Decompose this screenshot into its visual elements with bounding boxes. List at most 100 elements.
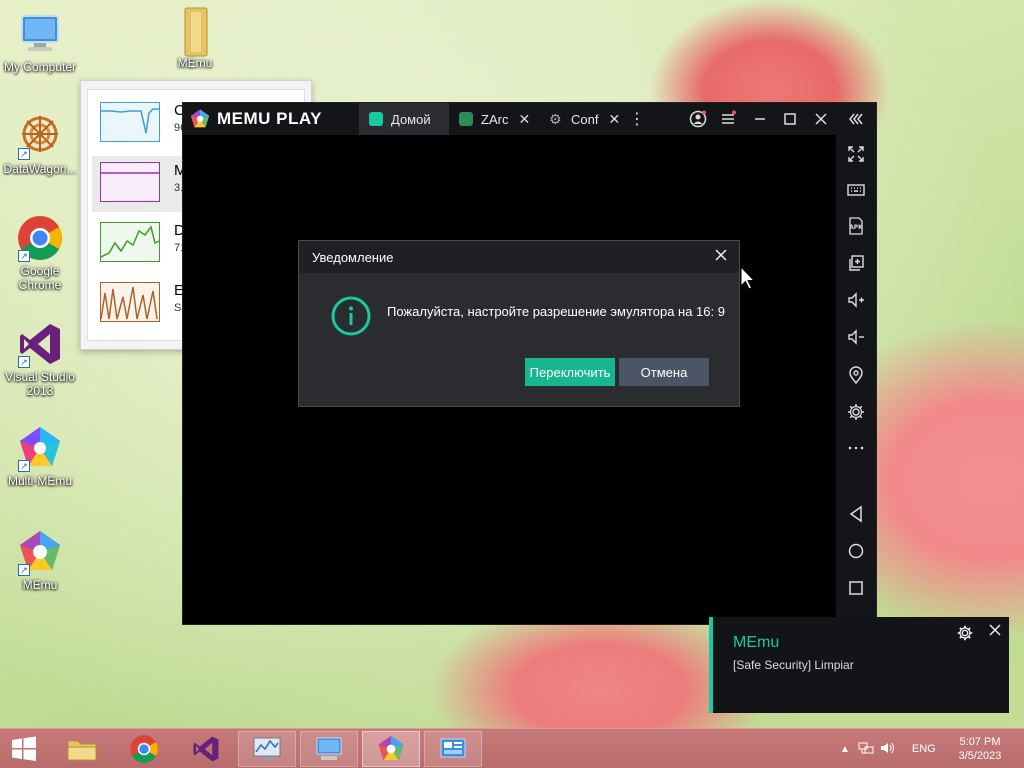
notification-dialog[interactable]: Уведомление Пожалуйста, настройте разреш…	[298, 240, 740, 407]
fullscreen-button[interactable]	[836, 139, 876, 169]
taskbar-clock[interactable]: 5:07 PM 3/5/2023	[950, 735, 1010, 763]
collapse-sidebar-button[interactable]	[836, 104, 876, 134]
zarc-app-icon	[459, 112, 473, 126]
shortcut-arrow-icon: ↗	[18, 460, 30, 472]
desktop-icon-my-computer[interactable]: My Computer	[0, 10, 80, 74]
desktop-icon-datawagon[interactable]: ↗ DataWagon...	[0, 112, 80, 176]
android-recents-button[interactable]	[836, 573, 876, 603]
gear-icon: ⚙	[549, 111, 562, 127]
memu-titlebar[interactable]: MEMU PLAY Домой ZArc ✕ ⚙ Conf ✕ ⋮	[183, 103, 838, 135]
close-icon	[815, 113, 827, 125]
cpu-graph	[100, 102, 160, 142]
desktop-icon-memu-download[interactable]: MEmu Download	[152, 6, 238, 70]
fullscreen-icon	[848, 146, 864, 162]
dialog-message: Пожалуйста, настройте разрешение эмулято…	[387, 304, 725, 319]
android-home-button[interactable]	[836, 536, 876, 566]
account-button[interactable]	[683, 103, 713, 135]
network-icon[interactable]	[858, 741, 874, 758]
multi-window-icon	[849, 255, 864, 271]
shortcut-arrow-icon: ↗	[18, 356, 30, 368]
shortcut-arrow-icon: ↗	[18, 564, 30, 576]
shortcut-arrow-icon: ↗	[18, 148, 30, 160]
location-button[interactable]	[836, 360, 876, 390]
minimize-button[interactable]	[745, 103, 775, 135]
taskbar-visual-studio[interactable]	[178, 731, 233, 767]
volume-down-button[interactable]	[836, 322, 876, 352]
dialog-close-button[interactable]	[711, 247, 731, 267]
hamburger-icon	[722, 110, 736, 124]
multi-memu-icon: ↗	[16, 424, 64, 472]
taskbar-chrome[interactable]	[116, 731, 171, 767]
taskbar-control-panel[interactable]	[424, 731, 482, 767]
tab-label: Домой	[391, 111, 431, 127]
visual-studio-icon	[193, 736, 218, 762]
volume-icon[interactable]	[880, 741, 896, 758]
taskbar-memu[interactable]	[362, 731, 420, 767]
desktop-icon-google-chrome[interactable]: ↗ Google Chrome	[0, 214, 80, 292]
home-tab-icon	[369, 112, 383, 126]
folder-icon	[67, 740, 96, 761]
tab-conf[interactable]: ⚙ Conf ✕	[539, 103, 629, 135]
start-button[interactable]	[0, 731, 48, 767]
mouse-cursor-icon	[740, 265, 756, 292]
folder-icon	[171, 6, 219, 57]
maximize-icon	[784, 113, 796, 125]
multi-window-button[interactable]	[836, 248, 876, 278]
memu-brand: MEMU PLAY	[217, 109, 322, 128]
control-panel-icon	[440, 738, 466, 758]
apk-icon: APK	[849, 217, 863, 235]
volume-down-icon	[848, 329, 864, 345]
memu-toast-notification[interactable]: MEmu [Safe Security] Limpiar	[709, 617, 1009, 713]
taskbar-resource-monitor[interactable]	[238, 731, 296, 767]
home-icon	[848, 543, 864, 559]
desktop-icon-memu[interactable]: ↗ MEmu	[0, 528, 80, 592]
tab-home[interactable]: Домой	[359, 103, 449, 135]
windows-logo-icon	[12, 736, 36, 761]
dialog-header: Уведомление	[299, 241, 739, 273]
keyboard-button[interactable]	[836, 175, 876, 205]
recents-icon	[849, 581, 863, 595]
toast-close-button[interactable]	[988, 622, 1002, 642]
double-chevron-left-icon	[849, 113, 863, 125]
language-indicator[interactable]: ENG	[912, 743, 936, 755]
cancel-button[interactable]: Отмена	[619, 358, 709, 386]
close-window-button[interactable]	[806, 103, 836, 135]
info-icon	[331, 296, 371, 336]
desktop-icon-label: My Computer	[3, 60, 77, 74]
chrome-icon: ↗	[16, 214, 64, 262]
dialog-title: Уведомление	[312, 250, 394, 265]
back-icon	[849, 505, 862, 523]
more-icon	[848, 446, 864, 450]
close-icon[interactable]: ✕	[608, 111, 620, 128]
more-button[interactable]	[836, 433, 876, 463]
datawagon-icon: ↗	[16, 112, 64, 160]
user-icon	[689, 110, 707, 128]
menu-button[interactable]	[713, 103, 743, 135]
shortcut-arrow-icon: ↗	[18, 250, 30, 262]
toast-settings-button[interactable]	[956, 624, 974, 642]
disk-graph	[100, 222, 160, 262]
computer-icon	[316, 737, 342, 760]
resource-monitor-icon	[253, 737, 281, 760]
apk-install-button[interactable]: APK	[836, 211, 876, 241]
gear-icon	[957, 625, 973, 641]
desktop-icon-visual-studio[interactable]: ↗ Visual Studio 2013	[0, 320, 80, 398]
taskbar: ▲ ENG 5:07 PM 3/5/2023	[0, 728, 1024, 768]
settings-button[interactable]	[836, 397, 876, 427]
close-icon	[715, 249, 727, 261]
volume-up-button[interactable]	[836, 285, 876, 315]
maximize-button[interactable]	[775, 103, 805, 135]
tab-zarc[interactable]: ZArc ✕	[449, 103, 539, 135]
chrome-icon	[129, 735, 158, 763]
tabs-menu-button[interactable]: ⋮	[627, 103, 647, 135]
android-back-button[interactable]	[836, 499, 876, 529]
close-icon[interactable]: ✕	[518, 111, 530, 128]
switch-button[interactable]: Переключить	[525, 358, 615, 386]
desktop-icon-label: DataWagon...	[3, 162, 77, 176]
taskbar-remote-desktop[interactable]	[300, 731, 358, 767]
taskbar-file-explorer[interactable]	[54, 731, 109, 767]
show-hidden-icons-button[interactable]: ▲	[840, 744, 850, 755]
memu-icon: ↗	[16, 528, 64, 576]
visual-studio-icon: ↗	[16, 320, 64, 368]
desktop-icon-multi-memu[interactable]: ↗ Multi-MEmu	[0, 424, 80, 488]
